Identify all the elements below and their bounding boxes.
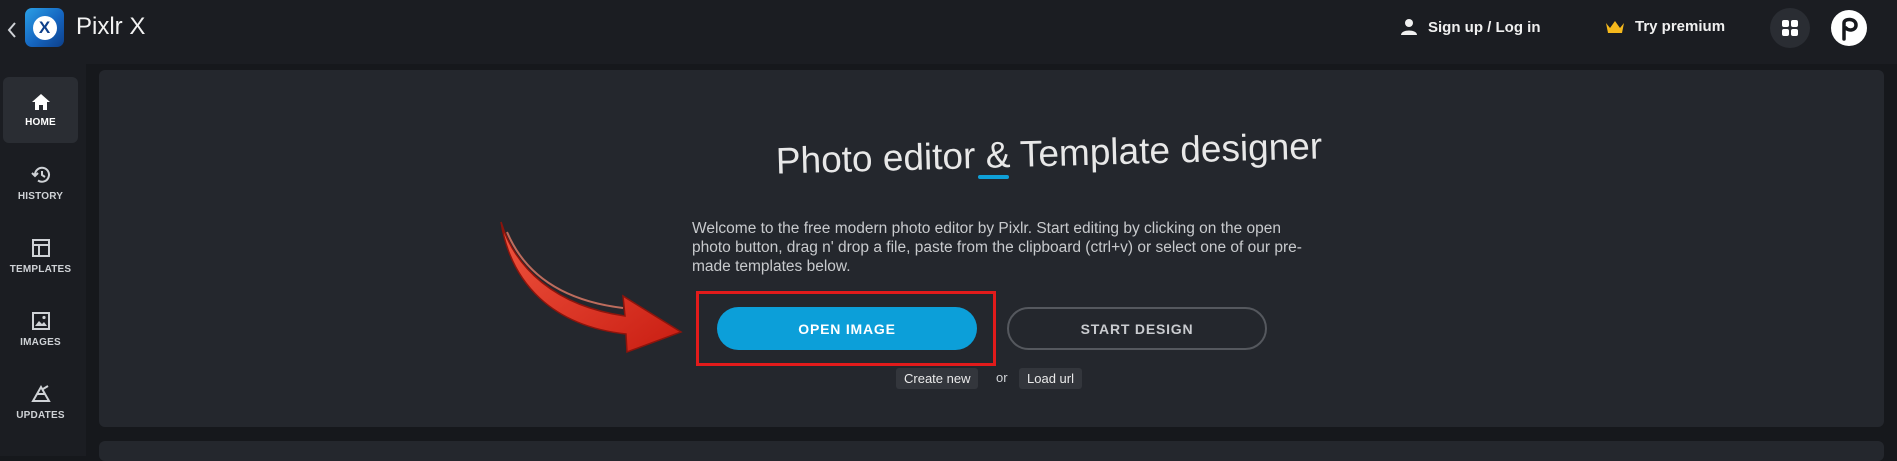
sidebar-item-label: HOME xyxy=(25,116,56,128)
chevron-left-icon xyxy=(7,22,16,38)
sidebar-item-images[interactable]: IMAGES xyxy=(3,296,78,362)
app-title: Pixlr X xyxy=(76,13,146,40)
create-new-link[interactable]: Create new xyxy=(896,368,979,389)
home-icon xyxy=(31,93,50,110)
pointer-arrow-icon xyxy=(500,221,683,354)
signin-link[interactable]: Sign up / Log in xyxy=(1400,18,1540,36)
templates-icon xyxy=(31,238,50,257)
or-separator: or xyxy=(996,370,1008,385)
templates-panel xyxy=(99,441,1884,461)
top-bar: X Pixlr X Sign up / Log in Try premium xyxy=(0,0,1897,64)
start-design-button[interactable]: START DESIGN xyxy=(1007,307,1267,350)
sidebar-item-label: UPDATES xyxy=(16,409,65,421)
pixlr-brand-icon xyxy=(1842,17,1858,41)
sidebar-item-label: HISTORY xyxy=(17,190,64,202)
apps-button[interactable] xyxy=(1770,8,1810,48)
updates-icon xyxy=(30,384,51,402)
open-image-button[interactable]: OPEN IMAGE xyxy=(717,307,977,350)
sidebar-item-label: TEMPLATES xyxy=(9,263,72,275)
sidebar-item-home[interactable]: HOME xyxy=(3,77,78,143)
load-url-link[interactable]: Load url xyxy=(1019,368,1082,389)
grid-icon xyxy=(1782,20,1798,36)
sidebar-item-updates[interactable]: UPDATES xyxy=(3,369,78,435)
logo-letter: X xyxy=(32,15,57,40)
user-icon xyxy=(1401,19,1417,35)
sidebar: HOME HISTORY TEMPLATES IMAGES UPDATES xyxy=(0,64,86,456)
image-icon xyxy=(31,311,50,330)
crown-icon xyxy=(1606,20,1624,33)
premium-link[interactable]: Try premium xyxy=(1605,18,1725,35)
welcome-text: Welcome to the free modern photo editor … xyxy=(692,220,1302,275)
page-title: Photo editor & Template designer xyxy=(775,125,1323,182)
sidebar-item-label: IMAGES xyxy=(20,336,61,348)
title-accent-bar xyxy=(978,175,1009,179)
sidebar-item-history[interactable]: HISTORY xyxy=(3,150,78,216)
home-panel: Photo editor & Template designer Welcome… xyxy=(99,70,1884,427)
history-icon xyxy=(30,166,50,183)
pixlr-logo[interactable]: X xyxy=(25,8,64,47)
pixlr-brand-button[interactable] xyxy=(1831,10,1867,46)
back-button[interactable] xyxy=(2,16,22,44)
signin-label: Sign up / Log in xyxy=(1428,18,1541,36)
sidebar-item-templates[interactable]: TEMPLATES xyxy=(3,223,78,289)
premium-label: Try premium xyxy=(1635,18,1726,35)
